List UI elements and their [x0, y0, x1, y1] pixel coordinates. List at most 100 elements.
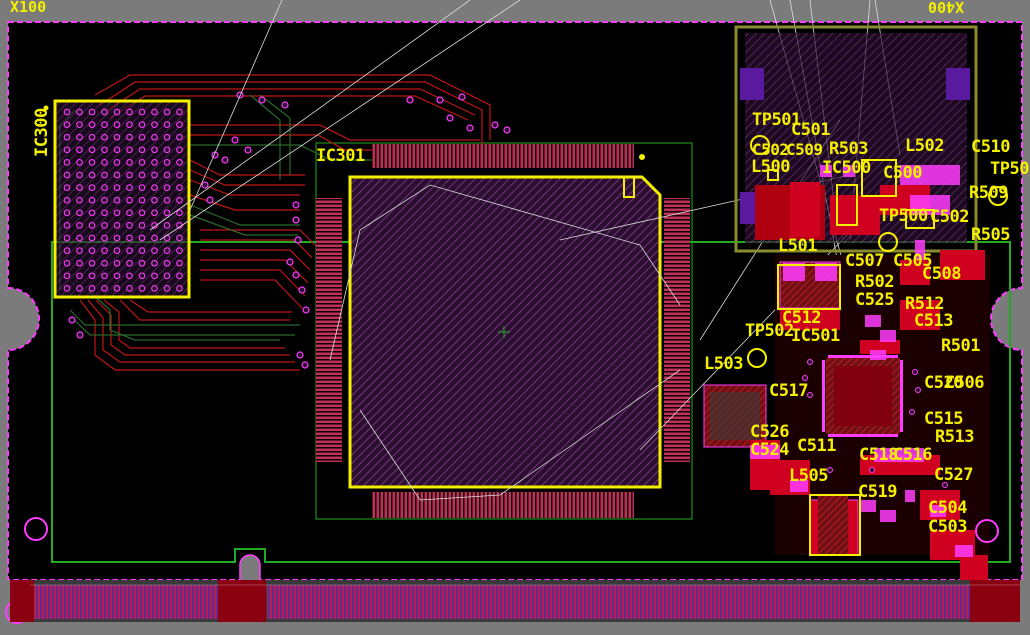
- label-c502-top[interactable]: C502: [752, 141, 789, 158]
- bga-ball: [151, 171, 158, 179]
- label-r502[interactable]: R502: [855, 274, 894, 291]
- bga-ball: [113, 171, 121, 179]
- label-c524[interactable]: C524: [750, 442, 789, 459]
- label-c519[interactable]: C519: [858, 484, 897, 501]
- label-c525[interactable]: C525: [855, 292, 894, 309]
- bga-ball: [138, 146, 146, 154]
- bga-ball: [138, 108, 146, 116]
- bga-ball: [126, 159, 133, 166]
- bga-ball: [101, 121, 108, 128]
- bga-ball: [88, 159, 96, 166]
- label-tp500[interactable]: TP500: [879, 208, 928, 225]
- bga-ball: [163, 259, 171, 267]
- label-c526[interactable]: C526: [750, 424, 789, 441]
- bga-ball: [76, 171, 83, 179]
- bga-ball: [88, 196, 96, 204]
- bga-ball: [113, 146, 121, 154]
- bga-ball: [63, 247, 71, 254]
- label-l500[interactable]: L500: [751, 159, 790, 176]
- label-c517[interactable]: C517: [769, 383, 808, 400]
- bga-ball: [88, 108, 96, 116]
- bga-ball: [138, 196, 146, 204]
- bga-ball: [88, 146, 96, 154]
- bga-ball: [63, 196, 71, 204]
- label-l503[interactable]: L503: [704, 356, 743, 373]
- bga-ball: [63, 184, 71, 191]
- bga-ball: [151, 247, 158, 254]
- label-tp502[interactable]: TP502: [745, 323, 794, 340]
- bga-ball: [126, 146, 133, 154]
- bga-ball: [88, 259, 96, 267]
- bga-ball: [113, 222, 121, 229]
- bga-ball: [113, 196, 121, 204]
- bga-ball: [151, 146, 158, 154]
- bga-ball: [76, 259, 83, 267]
- label-tp50x[interactable]: TP50: [990, 161, 1029, 178]
- bga-ball: [163, 108, 171, 116]
- bga-ball: [176, 209, 183, 217]
- label-l501[interactable]: L501: [778, 238, 817, 255]
- label-c501[interactable]: C501: [791, 122, 830, 139]
- label-c503[interactable]: C503: [928, 519, 967, 536]
- label-c500[interactable]: C500: [883, 165, 922, 182]
- label-r509[interactable]: R509: [969, 185, 1008, 202]
- bga-ball: [113, 272, 121, 280]
- label-r505[interactable]: R505: [971, 227, 1010, 244]
- label-l502[interactable]: L502: [905, 138, 944, 155]
- label-ic300[interactable]: IC300: [32, 108, 52, 157]
- bga-ball: [63, 159, 71, 166]
- bga-ball: [76, 285, 83, 292]
- label-ic501[interactable]: IC501: [791, 328, 840, 345]
- bga-ball: [88, 184, 96, 191]
- label-r513[interactable]: R513: [935, 429, 974, 446]
- bga-ball: [88, 234, 96, 242]
- bga-ball: [126, 272, 133, 280]
- bga-ball: [113, 108, 121, 116]
- bga-ball: [63, 222, 71, 229]
- label-c527[interactable]: C527: [934, 467, 973, 484]
- label-ic500[interactable]: IC500: [822, 160, 871, 177]
- bga-ball: [76, 209, 83, 217]
- bga-ball: [126, 171, 133, 179]
- x100-corner-label: X100: [10, 0, 47, 16]
- bga-ball: [176, 133, 183, 141]
- pcb-layout-canvas[interactable]: [0, 0, 1030, 635]
- bga-ball: [163, 234, 171, 242]
- bga-ball: [76, 133, 83, 141]
- label-c506[interactable]: C506: [945, 375, 984, 392]
- bga-ball: [138, 234, 146, 242]
- bga-ball: [138, 209, 146, 217]
- label-c513[interactable]: C513: [914, 313, 953, 330]
- label-c507[interactable]: C507: [845, 253, 884, 270]
- label-r503[interactable]: R503: [829, 141, 868, 158]
- bga-ball: [138, 133, 146, 141]
- bga-ball: [63, 234, 71, 242]
- bga-ball: [138, 272, 146, 280]
- label-c511[interactable]: C511: [797, 438, 836, 455]
- bga-ball: [101, 108, 108, 116]
- bga-ball: [101, 234, 108, 242]
- bga-ball: [63, 133, 71, 141]
- bga-ball: [126, 247, 133, 254]
- bga-ball: [76, 184, 83, 191]
- label-c516[interactable]: C516: [893, 447, 932, 464]
- label-c504[interactable]: C504: [928, 500, 967, 517]
- label-c510[interactable]: C510: [971, 139, 1010, 156]
- ic301-qfp-footprint[interactable]: [316, 144, 690, 518]
- label-ic301[interactable]: IC301: [316, 148, 365, 165]
- bga-ball: [76, 272, 83, 280]
- bga-ball: [101, 259, 108, 267]
- label-l505[interactable]: L505: [789, 468, 828, 485]
- bga-ball: [163, 209, 171, 217]
- label-c509[interactable]: C509: [786, 141, 823, 158]
- bga-ball: [101, 159, 108, 166]
- bga-ball: [63, 272, 71, 280]
- bga-ball: [151, 259, 158, 267]
- label-c508[interactable]: C508: [922, 266, 961, 283]
- ic300-bga-footprint[interactable]: [43, 99, 191, 299]
- label-r501[interactable]: R501: [941, 338, 980, 355]
- bga-ball: [138, 121, 146, 128]
- label-c502[interactable]: C502: [930, 209, 969, 226]
- bga-ball: [88, 209, 96, 217]
- label-c515[interactable]: C515: [924, 411, 963, 428]
